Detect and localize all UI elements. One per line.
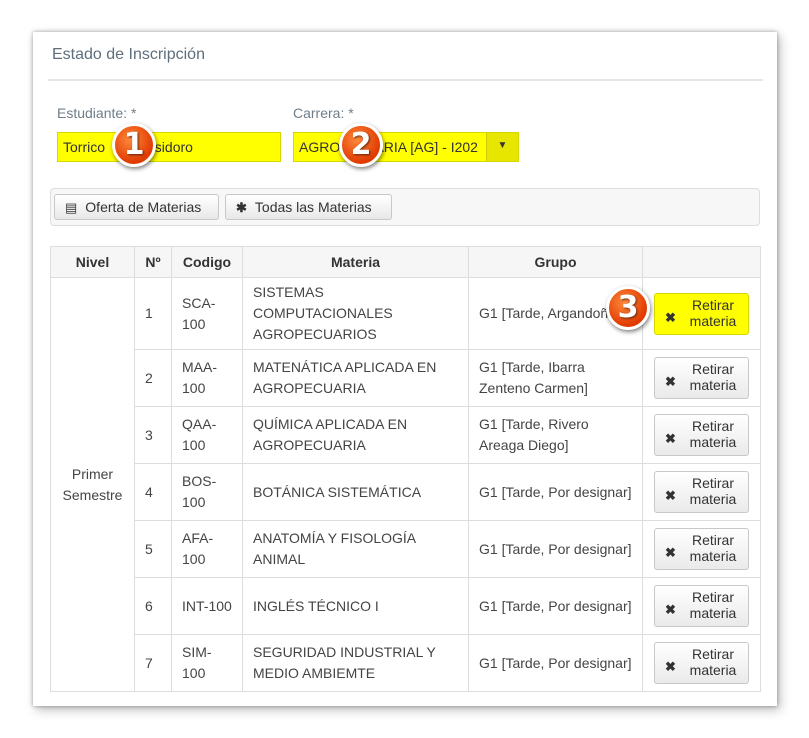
step-badge-3: 3 [606, 286, 650, 330]
row-number: 4 [134, 463, 172, 521]
list-icon: ▤ [65, 200, 78, 215]
times-icon: ✖ [665, 545, 676, 560]
header-group: Grupo [468, 246, 643, 278]
row-action: ✖ Retirar materia [642, 634, 761, 692]
career-value: AGRO ARIA [AG] - I202 [299, 139, 478, 155]
table-row: Primer Semestre 1 SCA-100 SISTEMAS COMPU… [50, 277, 761, 692]
asterisk-icon: ✱ [236, 200, 247, 215]
step-badge-2: 2 [339, 123, 383, 167]
header-subject: Materia [242, 246, 469, 278]
row-code: MAA-100 [171, 349, 243, 407]
row-code: QAA-100 [171, 406, 243, 464]
student-field[interactable]: Torrico i Isidoro [57, 132, 281, 162]
row-group: G1 [Tarde, Por designar] [468, 577, 643, 635]
header-num: Nº [134, 246, 172, 278]
row-number: 2 [134, 349, 172, 407]
career-label: Carrera: * [293, 105, 354, 121]
required-mark: * [130, 105, 137, 121]
row-group: G1 [Tarde, Rivero Areaga Diego] [468, 406, 643, 464]
remove-subject-button[interactable]: ✖ Retirar materia [654, 528, 749, 570]
row-subject: SEGURIDAD INDUSTRIAL Y MEDIO AMBIEMTE [242, 634, 469, 692]
row-subject: QUÍMICA APLICADA EN AGROPECUARIA [242, 406, 469, 464]
required-mark: * [348, 105, 354, 121]
row-subject: SISTEMAS COMPUTACIONALES AGROPECUARIOS [242, 277, 469, 350]
times-icon: ✖ [665, 374, 676, 389]
student-label: Estudiante: * [57, 105, 137, 121]
header-nivel: Nivel [50, 246, 135, 278]
table-row: 3 QAA-100 QUÍMICA APLICADA EN AGROPECUAR… [51, 406, 761, 464]
offer-subjects-button[interactable]: ▤ Oferta de Materias [54, 194, 219, 220]
row-action: ✖ Retirar materia [642, 520, 761, 578]
row-code: SCA-100 [171, 277, 243, 350]
row-number: 3 [134, 406, 172, 464]
header-actions [642, 246, 761, 278]
table-row: 7 SIM-100 SEGURIDAD INDUSTRIAL Y MEDIO A… [51, 634, 761, 692]
career-select[interactable]: AGRO ARIA [AG] - I202 ▼ [293, 132, 519, 162]
times-icon: ✖ [665, 431, 676, 446]
row-subject: INGLÉS TÉCNICO I [242, 577, 469, 635]
toolbar: ▤ Oferta de Materias ✱ Todas las Materias [50, 188, 760, 226]
row-action: ✖ Retirar materia [642, 463, 761, 521]
row-code: AFA-100 [171, 520, 243, 578]
times-icon: ✖ [665, 602, 676, 617]
times-icon: ✖ [665, 309, 676, 325]
remove-subject-button[interactable]: ✖ Retirar materia [654, 642, 749, 684]
remove-subject-button[interactable]: ✖ Retirar materia [654, 585, 749, 627]
career-dropdown-button[interactable]: ▼ [486, 133, 518, 161]
table-row: 2 MAA-100 MATENÁTICA APLICADA EN AGROPEC… [51, 349, 761, 407]
row-action: ✖ Retirar materia [642, 406, 761, 464]
row-number: 5 [134, 520, 172, 578]
subjects-table: Nivel Nº Codigo Materia Grupo Primer Sem… [50, 246, 761, 692]
row-action: ✖ Retirar materia [642, 277, 761, 350]
table-row: 6 INT-100 INGLÉS TÉCNICO I G1 [Tarde, Po… [51, 577, 761, 635]
table-header-row: Nivel Nº Codigo Materia Grupo [50, 246, 761, 278]
all-subjects-button[interactable]: ✱ Todas las Materias [225, 194, 392, 220]
times-icon: ✖ [665, 488, 676, 503]
row-code: BOS-100 [171, 463, 243, 521]
table-row: 5 AFA-100 ANATOMÍA Y FISOLOGÍA ANIMAL G1… [51, 520, 761, 578]
row-number: 1 [134, 277, 172, 350]
row-subject: ANATOMÍA Y FISOLOGÍA ANIMAL [242, 520, 469, 578]
row-number: 7 [134, 634, 172, 692]
remove-subject-button[interactable]: ✖ Retirar materia [654, 414, 749, 456]
row-group: G1 [Tarde, Por designar] [468, 463, 643, 521]
remove-subject-button[interactable]: ✖ Retirar materia [654, 471, 749, 513]
row-code: INT-100 [171, 577, 243, 635]
header-code: Codigo [171, 246, 243, 278]
row-group: G1 [Tarde, Por designar] [468, 520, 643, 578]
caret-down-icon: ▼ [497, 140, 508, 151]
row-action: ✖ Retirar materia [642, 349, 761, 407]
remove-subject-button[interactable]: ✖ Retirar materia [654, 292, 749, 335]
row-code: SIM-100 [171, 634, 243, 692]
title-divider [48, 79, 763, 81]
row-subject: BOTÁNICA SISTEMÁTICA [242, 463, 469, 521]
row-group: G1 [Tarde, Ibarra Zenteno Carmen] [468, 349, 643, 407]
row-subject: MATENÁTICA APLICADA EN AGROPECUARIA [242, 349, 469, 407]
times-icon: ✖ [665, 659, 676, 674]
level-cell: Primer Semestre [50, 277, 135, 692]
row-action: ✖ Retirar materia [642, 577, 761, 635]
row-number: 6 [134, 577, 172, 635]
row-group: G1 [Tarde, Por designar] [468, 634, 643, 692]
remove-subject-button[interactable]: ✖ Retirar materia [654, 357, 749, 399]
table-row: 4 BOS-100 BOTÁNICA SISTEMÁTICA G1 [Tarde… [51, 463, 761, 521]
step-badge-1: 1 [112, 123, 156, 167]
panel-title: Estado de Inscripción [52, 46, 205, 63]
